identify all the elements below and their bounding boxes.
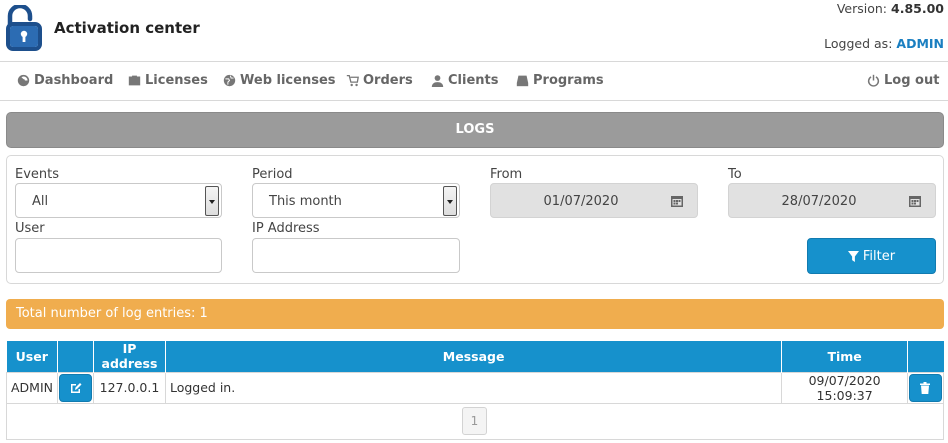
funnel-icon	[847, 250, 859, 262]
col-delete	[907, 341, 944, 372]
hdd-icon	[516, 75, 529, 87]
ip-address-label: IP Address	[252, 221, 320, 236]
globe-icon	[223, 74, 236, 87]
nav-orders-label: Orders	[363, 73, 413, 88]
cell-user: ADMIN	[6, 371, 58, 404]
nav-clients[interactable]: Clients	[431, 73, 498, 88]
app-title: Activation center	[54, 19, 200, 37]
power-icon	[867, 74, 880, 87]
nav-clients-label: Clients	[448, 73, 499, 88]
edit-icon	[70, 382, 81, 393]
events-label: Events	[15, 167, 60, 182]
calendar-icon[interactable]	[909, 195, 921, 207]
main-nav: Dashboard Licenses Web licenses Orders C…	[0, 62, 948, 101]
ip-address-input[interactable]	[252, 238, 460, 273]
calendar-icon[interactable]	[671, 195, 683, 207]
nav-programs-label: Programs	[533, 73, 604, 88]
events-selected-value: All	[32, 194, 49, 209]
version-label: Version:	[836, 1, 888, 16]
from-date-field[interactable]: 01/07/2020	[490, 183, 698, 218]
total-log-entries: Total number of log entries: 1	[6, 299, 944, 329]
cell-time: 09/07/2020 15:09:37	[781, 371, 908, 404]
user-icon	[431, 75, 444, 87]
nav-logout[interactable]: Log out	[867, 73, 939, 88]
to-date-field[interactable]: 28/07/2020	[728, 183, 936, 218]
events-select[interactable]: All	[15, 183, 222, 218]
nav-dashboard-label: Dashboard	[34, 73, 114, 88]
table-row: ADMIN 127.0.0.1 Logged in. 09/07/2020 15…	[6, 371, 945, 404]
briefcase-icon	[128, 75, 141, 86]
to-date-value: 28/07/2020	[781, 194, 857, 209]
col-user: User	[6, 341, 58, 372]
nav-dashboard[interactable]: Dashboard	[17, 73, 113, 88]
nav-programs[interactable]: Programs	[516, 73, 604, 88]
header: Activation center Version: 4.85.00 Logge…	[0, 0, 948, 62]
from-date-value: 01/07/2020	[543, 194, 619, 209]
filter-button-label: Filter	[862, 248, 896, 264]
page-button[interactable]: 1	[462, 407, 487, 435]
col-edit	[57, 341, 94, 372]
col-time: Time	[781, 341, 908, 372]
cell-edit	[57, 371, 94, 404]
to-label: To	[728, 167, 742, 182]
logged-label: Logged as:	[824, 36, 893, 51]
nav-orders[interactable]: Orders	[346, 73, 413, 88]
user-input[interactable]	[15, 238, 222, 273]
dashboard-icon	[17, 74, 30, 87]
nav-web-licenses[interactable]: Web licenses	[223, 73, 336, 88]
chevron-down-icon[interactable]	[205, 186, 219, 216]
col-message: Message	[165, 341, 783, 372]
nav-licenses[interactable]: Licenses	[128, 73, 208, 88]
nav-web-licenses-label: Web licenses	[240, 73, 336, 88]
cell-ip: 127.0.0.1	[93, 371, 166, 404]
filter-panel: Events All Period This month From 01/07/…	[6, 155, 944, 284]
trash-icon	[920, 381, 931, 394]
from-label: From	[490, 167, 523, 182]
cart-icon	[346, 74, 359, 87]
pagination: 1	[6, 403, 944, 440]
edit-button[interactable]	[59, 373, 92, 402]
cell-delete	[906, 371, 945, 404]
nav-licenses-label: Licenses	[145, 73, 208, 88]
nav-logout-label: Log out	[884, 73, 940, 88]
col-ip-address: IP address	[93, 341, 166, 372]
version-info: Version: 4.85.00	[837, 1, 944, 16]
user-label: User	[15, 221, 45, 236]
logged-user: ADMIN	[896, 36, 944, 51]
period-select[interactable]: This month	[252, 183, 460, 218]
filter-button[interactable]: Filter	[807, 238, 936, 274]
logs-section-title: LOGS	[6, 112, 944, 148]
table-header-row: User IP address Message Time	[6, 341, 944, 372]
logged-user-info: Logged as: ADMIN	[824, 36, 944, 51]
cell-message: Logged in.	[164, 371, 783, 404]
version-number: 4.85.00	[891, 1, 944, 16]
logs-table: User IP address Message Time ADMIN 127.0…	[6, 341, 945, 404]
unlocked-padlock-logo-icon	[6, 5, 42, 51]
period-label: Period	[252, 167, 293, 182]
delete-button[interactable]	[908, 373, 942, 402]
chevron-down-icon[interactable]	[443, 186, 457, 216]
period-selected-value: This month	[269, 194, 342, 209]
